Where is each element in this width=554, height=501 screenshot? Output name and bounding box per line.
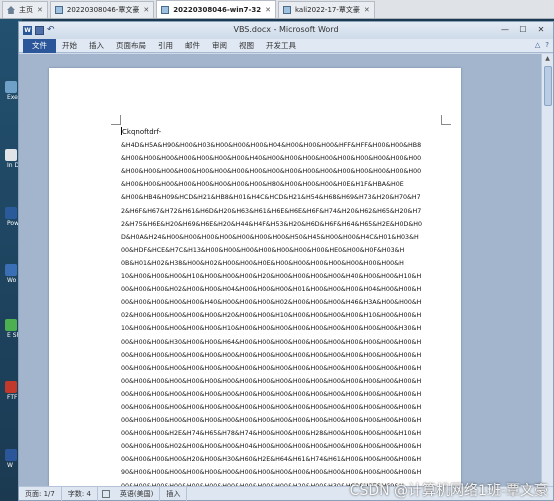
crop-mark bbox=[441, 115, 451, 125]
document-line: 00&H00&H00&H00&H00&H00&H00&H00&H00&H00&H… bbox=[121, 364, 422, 372]
watermark: CSDN @计算机网络1班-覃文豪 bbox=[349, 483, 548, 499]
app-icon bbox=[5, 381, 17, 393]
proofing-icon[interactable] bbox=[101, 489, 110, 498]
help-icon[interactable]: ? bbox=[545, 41, 549, 49]
maximize-button[interactable]: ☐ bbox=[514, 23, 532, 37]
tab-view[interactable]: 视图 bbox=[233, 39, 260, 53]
document-body[interactable]: Ckqnoftdrf- &H4D&H5A&H90&H00&H03&H00&H00&… bbox=[121, 126, 461, 487]
home-icon bbox=[7, 6, 15, 14]
scrollbar-thumb[interactable] bbox=[544, 66, 552, 106]
insert-mode-indicator[interactable]: 插入 bbox=[160, 486, 188, 501]
document-line: 90&H00&H00&H00&H00&H00&H00&H00&H00&H00&H… bbox=[121, 469, 422, 477]
app-icon bbox=[5, 149, 17, 161]
document-line: 00&H00&H00&H00&H00&H40&H00&H00&H00&H02&H… bbox=[121, 299, 422, 307]
close-tab-icon[interactable]: ✕ bbox=[37, 6, 43, 14]
window-controls: — ☐ ✕ bbox=[496, 23, 550, 37]
document-line: 00&H00&H00&H02&H00&H00&H00&H04&H00&H00&H… bbox=[121, 443, 422, 451]
document-area[interactable]: Ckqnoftdrf- &H4D&H5A&H90&H00&H03&H00&H00&… bbox=[19, 54, 553, 487]
document-line: 2&H6F&H67&H72&H61&H6D&H20&H63&H61&H6E&H6… bbox=[121, 207, 422, 215]
vm-icon bbox=[161, 5, 170, 14]
language-indicator[interactable]: 英语(美国) bbox=[114, 486, 161, 501]
host-tab-home[interactable]: 主页 ✕ bbox=[2, 1, 48, 18]
close-tab-icon[interactable]: ✕ bbox=[143, 6, 149, 14]
word-count[interactable]: 字数: 4 bbox=[62, 486, 98, 501]
document-line: 00&H00&H00&H00&H00&H00&H00&H00&H00&H00&H… bbox=[121, 390, 422, 398]
app-icon bbox=[5, 449, 17, 461]
tab-home[interactable]: 开始 bbox=[56, 39, 83, 53]
host-tab-vm-3[interactable]: kali2022-17-覃文豪 ✕ bbox=[278, 1, 375, 18]
document-line: &H00&HB4&H09&HCD&H21&HB8&H01&H4C&HCD&H21… bbox=[121, 194, 421, 202]
app-icon bbox=[5, 81, 17, 93]
document-line: 2&H75&H6E&H20&H69&H6E&H20&H44&H4F&H53&H2… bbox=[121, 220, 423, 228]
page-count[interactable]: 页面: 1/7 bbox=[19, 486, 62, 501]
tab-insert[interactable]: 插入 bbox=[83, 39, 110, 53]
document-line: 00&HDF&HCE&H7C&H13&H00&H00&H00&H00&H00&H… bbox=[121, 246, 405, 254]
desktop-icon[interactable]: Wo bbox=[3, 264, 19, 284]
vertical-scrollbar[interactable]: ▲ bbox=[541, 54, 553, 487]
document-line: &H4D&H5A&H90&H00&H03&H00&H00&H00&H04&H00… bbox=[121, 142, 422, 150]
document-line: 10&H00&H00&H00&H00&H00&H10&H00&H00&H00&H… bbox=[121, 325, 422, 333]
document-line: 0B&H01&H02&H38&H00&H02&H00&H00&H0E&H00&H… bbox=[121, 259, 404, 267]
vm-icon bbox=[283, 6, 291, 14]
document-line: &H00&H00&H00&H00&H00&H00&H00&H40&H00&H00… bbox=[121, 155, 422, 163]
crop-mark bbox=[111, 115, 121, 125]
desktop-icon[interactable]: W bbox=[3, 449, 19, 469]
desktop-icon[interactable]: Exe bbox=[3, 81, 19, 101]
document-line: Ckqnoftdrf- bbox=[121, 127, 162, 136]
app-icon bbox=[5, 319, 17, 331]
host-tab-label: kali2022-17-覃文豪 bbox=[295, 6, 360, 14]
close-tab-icon[interactable]: ✕ bbox=[265, 6, 271, 14]
host-tab-vm-2[interactable]: 20220308046-win7-32 ✕ bbox=[156, 0, 276, 18]
desktop-icon[interactable]: FTF bbox=[3, 381, 19, 401]
desktop-icon[interactable]: Pow bbox=[3, 207, 19, 227]
document-page[interactable]: Ckqnoftdrf- &H4D&H5A&H90&H00&H03&H00&H00&… bbox=[49, 68, 461, 487]
tab-review[interactable]: 审阅 bbox=[206, 39, 233, 53]
document-line: 00&H00&H00&H00&H20&H00&H30&H60&H2E&H64&H… bbox=[121, 456, 422, 464]
word-window: W ↶ VBS.docx - Microsoft Word — ☐ ✕ 文件 开… bbox=[18, 21, 554, 501]
text-cursor bbox=[121, 127, 122, 135]
document-line: 00&H00&H00&H30&H00&H00&H64&H00&H00&H00&H… bbox=[121, 338, 422, 346]
host-tab-vm-1[interactable]: 20220308046-覃文豪 ✕ bbox=[49, 1, 155, 18]
desktop-icon[interactable]: E Sha bbox=[3, 319, 24, 339]
tab-mailings[interactable]: 邮件 bbox=[179, 39, 206, 53]
vm-icon bbox=[54, 6, 63, 14]
document-line: &H00&H00&H00&H00&H00&H00&H00&H00&H80&H00… bbox=[121, 181, 404, 189]
document-line: 00&H00&H00&H00&H00&H00&H00&H00&H00&H00&H… bbox=[121, 377, 422, 385]
host-tab-strip: 主页 ✕ 20220308046-覃文豪 ✕ 20220308046-win7-… bbox=[0, 0, 554, 19]
host-tab-label: 20220308046-win7-32 bbox=[173, 5, 262, 14]
app-icon bbox=[5, 207, 17, 219]
document-line: 00&H00&H00&H02&H00&H00&H04&H00&H00&H00&H… bbox=[121, 286, 422, 294]
close-button[interactable]: ✕ bbox=[532, 23, 550, 37]
scroll-up-icon[interactable]: ▲ bbox=[542, 54, 553, 64]
document-line: 10&H00&H00&H00&H10&H00&H00&H00&H20&H00&H… bbox=[121, 273, 422, 281]
close-tab-icon[interactable]: ✕ bbox=[364, 6, 370, 14]
minimize-button[interactable]: — bbox=[496, 23, 514, 37]
document-line: &H00&H00&H00&H00&H00&H00&H00&H00&H00&H00… bbox=[121, 168, 422, 176]
document-line: 00&H00&H00&H00&H00&H00&H00&H00&H00&H00&H… bbox=[121, 403, 422, 411]
host-tab-label: 20220308046-覃文豪 bbox=[66, 6, 140, 14]
tab-references[interactable]: 引用 bbox=[152, 39, 179, 53]
document-line: 00&H00&H00&H00&H00&H00&H00&H00&H00&H00&H… bbox=[121, 417, 422, 425]
ribbon-tabs: 文件 开始 插入 页面布局 引用 邮件 审阅 视图 开发工具 △ ? bbox=[19, 38, 553, 53]
desktop-icon[interactable]: In D bbox=[3, 149, 19, 169]
document-line: 02&H00&H00&H00&H00&H00&H20&H00&H00&H10&H… bbox=[121, 312, 422, 320]
title-bar: W ↶ VBS.docx - Microsoft Word — ☐ ✕ bbox=[19, 22, 553, 39]
window-title: VBS.docx - Microsoft Word bbox=[233, 25, 339, 34]
tab-page-layout[interactable]: 页面布局 bbox=[110, 39, 152, 53]
host-tab-label: 主页 bbox=[19, 6, 33, 14]
minimize-ribbon-icon[interactable]: △ bbox=[535, 41, 540, 49]
document-line: 00&H00&H00&H2E&H74&H65&H78&H74&H00&H00&H… bbox=[121, 430, 422, 438]
tab-file[interactable]: 文件 bbox=[23, 38, 56, 53]
document-line: D&H0A&H24&H00&H00&H00&H00&H00&H00&H00&H5… bbox=[121, 233, 419, 241]
tab-developer[interactable]: 开发工具 bbox=[260, 39, 302, 53]
ribbon-right-icons: △ ? bbox=[535, 41, 549, 49]
app-icon bbox=[5, 264, 17, 276]
document-line: 00&H00&H00&H00&H00&H00&H00&H00&H00&H00&H… bbox=[121, 351, 422, 359]
